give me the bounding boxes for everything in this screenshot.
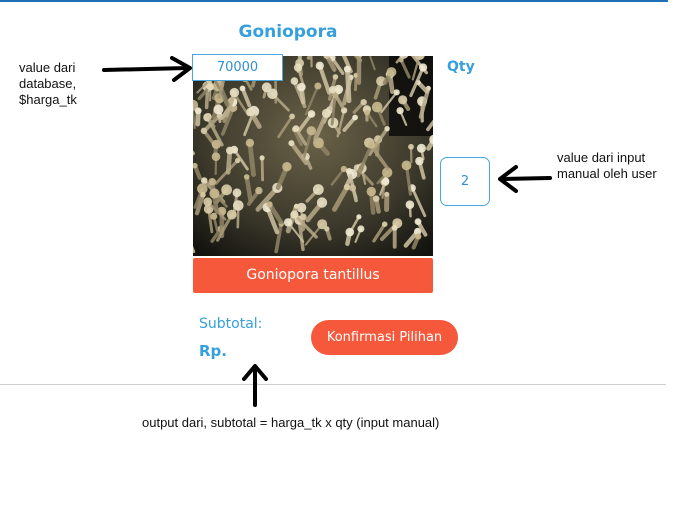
subtotal-label: Subtotal: (199, 316, 263, 332)
top-rule (0, 0, 668, 2)
subtotal-value: Rp. (199, 342, 227, 360)
left-arrow-icon (498, 165, 552, 193)
right-arrow-icon (102, 56, 192, 82)
up-arrow-icon (242, 364, 268, 407)
qty-input[interactable] (440, 157, 490, 206)
subtotal-annotation: output dari, subtotal = harga_tk x qty (… (142, 415, 440, 430)
product-title: Goniopora (238, 22, 338, 42)
product-name-bar: Goniopora tantillus (193, 258, 433, 293)
confirm-selection-button[interactable]: Konfirmasi Pilihan (311, 320, 458, 355)
price-field[interactable] (192, 54, 283, 81)
section-divider (0, 384, 666, 385)
product-image (193, 56, 433, 256)
qty-label: Qty (447, 59, 475, 75)
qty-annotation: value dari input manual oleh user (557, 150, 657, 181)
